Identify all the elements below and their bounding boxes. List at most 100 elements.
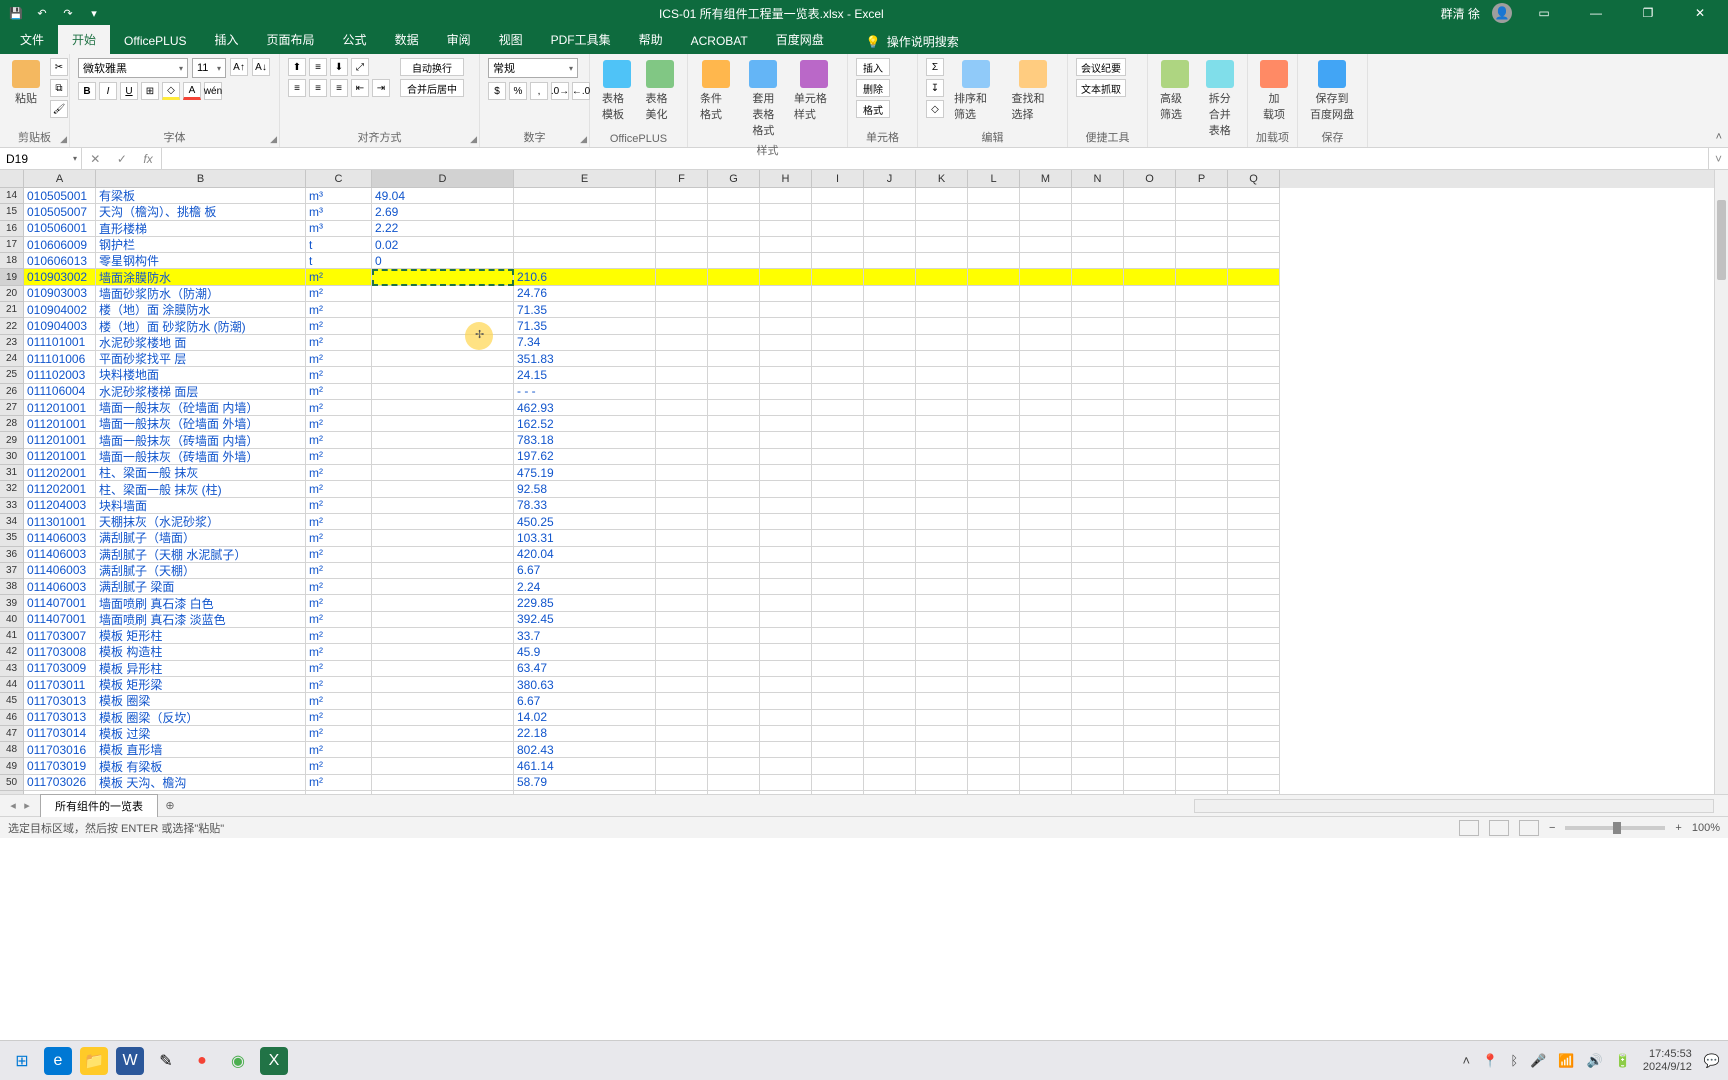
cell-F17[interactable] [656,237,708,253]
cell-Q25[interactable] [1228,367,1280,383]
cell-N19[interactable] [1072,269,1124,285]
cell-D20[interactable] [372,286,514,302]
cell-M19[interactable] [1020,269,1072,285]
table-beautify-button[interactable]: 表格美化 [642,58,680,124]
clipboard-launcher-icon[interactable]: ◢ [60,134,67,145]
col-header-M[interactable]: M [1020,170,1072,188]
cell-F28[interactable] [656,416,708,432]
cell-H14[interactable] [760,188,812,204]
row-header[interactable]: 48 [0,742,24,758]
cell-E17[interactable] [514,237,656,253]
cell-F26[interactable] [656,384,708,400]
cell-C39[interactable]: m² [306,595,372,611]
cell-A43[interactable]: 011703009 [24,661,96,677]
row-header[interactable]: 23 [0,335,24,351]
cell-A49[interactable]: 011703019 [24,758,96,774]
col-header-H[interactable]: H [760,170,812,188]
cell-B21[interactable]: 楼（地）面 涂膜防水 [96,302,306,318]
cell-H15[interactable] [760,204,812,220]
cell-N39[interactable] [1072,595,1124,611]
cell-N31[interactable] [1072,465,1124,481]
cell-G15[interactable] [708,204,760,220]
cell-Q34[interactable] [1228,514,1280,530]
cell-G38[interactable] [708,579,760,595]
row-header[interactable]: 20 [0,286,24,302]
cell-I51[interactable] [812,791,864,794]
formula-input[interactable] [162,148,1708,169]
accounting-format-button[interactable]: $ [488,82,506,100]
cell-A14[interactable]: 010505001 [24,188,96,204]
ribbon-display-icon[interactable]: ▭ [1524,0,1564,26]
cell-I28[interactable] [812,416,864,432]
cell-Q45[interactable] [1228,693,1280,709]
cell-O22[interactable] [1124,318,1176,334]
cell-C14[interactable]: m³ [306,188,372,204]
cell-L49[interactable] [968,758,1020,774]
row-header[interactable]: 35 [0,530,24,546]
cell-E14[interactable] [514,188,656,204]
cell-P41[interactable] [1176,628,1228,644]
row-header[interactable]: 39 [0,595,24,611]
cell-G16[interactable] [708,221,760,237]
cell-B23[interactable]: 水泥砂浆楼地 面 [96,335,306,351]
percent-format-button[interactable]: % [509,82,527,100]
row-header[interactable]: 17 [0,237,24,253]
cell-H23[interactable] [760,335,812,351]
cell-N21[interactable] [1072,302,1124,318]
col-header-O[interactable]: O [1124,170,1176,188]
cell-P20[interactable] [1176,286,1228,302]
row-header[interactable]: 15 [0,204,24,220]
cell-L32[interactable] [968,481,1020,497]
cell-F30[interactable] [656,449,708,465]
cell-H24[interactable] [760,351,812,367]
cell-J27[interactable] [864,400,916,416]
cell-I31[interactable] [812,465,864,481]
cell-H35[interactable] [760,530,812,546]
cell-I42[interactable] [812,644,864,660]
cell-J25[interactable] [864,367,916,383]
row-header[interactable]: 44 [0,677,24,693]
app-icon-2[interactable]: ◉ [224,1047,252,1075]
cell-N38[interactable] [1072,579,1124,595]
cell-K30[interactable] [916,449,968,465]
cell-L28[interactable] [968,416,1020,432]
cell-M21[interactable] [1020,302,1072,318]
cell-K43[interactable] [916,661,968,677]
cell-D26[interactable] [372,384,514,400]
cell-I27[interactable] [812,400,864,416]
cell-E44[interactable]: 380.63 [514,677,656,693]
cell-G18[interactable] [708,253,760,269]
cell-G49[interactable] [708,758,760,774]
cell-E47[interactable]: 22.18 [514,726,656,742]
cell-G51[interactable] [708,791,760,794]
system-clock[interactable]: 17:45:53 2024/9/12 [1643,1048,1692,1072]
cell-Q41[interactable] [1228,628,1280,644]
cell-P28[interactable] [1176,416,1228,432]
cell-M48[interactable] [1020,742,1072,758]
cell-L47[interactable] [968,726,1020,742]
cell-Q16[interactable] [1228,221,1280,237]
cell-E31[interactable]: 475.19 [514,465,656,481]
cell-F33[interactable] [656,498,708,514]
col-header-Q[interactable]: Q [1228,170,1280,188]
cell-G27[interactable] [708,400,760,416]
cell-E49[interactable]: 461.14 [514,758,656,774]
cell-D44[interactable] [372,677,514,693]
cell-J26[interactable] [864,384,916,400]
cell-B24[interactable]: 平面砂浆找平 层 [96,351,306,367]
cell-M32[interactable] [1020,481,1072,497]
row-header[interactable]: 32 [0,481,24,497]
cell-O51[interactable] [1124,791,1176,794]
format-as-table-button[interactable]: 套用 表格格式 [743,58,784,140]
cell-F47[interactable] [656,726,708,742]
cell-M15[interactable] [1020,204,1072,220]
cell-E30[interactable]: 197.62 [514,449,656,465]
cell-L36[interactable] [968,547,1020,563]
cell-L40[interactable] [968,612,1020,628]
cell-N46[interactable] [1072,710,1124,726]
split-merge-button[interactable]: 拆分合并 表格 [1201,58,1240,140]
cell-M14[interactable] [1020,188,1072,204]
cell-D39[interactable] [372,595,514,611]
cell-P24[interactable] [1176,351,1228,367]
cell-N40[interactable] [1072,612,1124,628]
